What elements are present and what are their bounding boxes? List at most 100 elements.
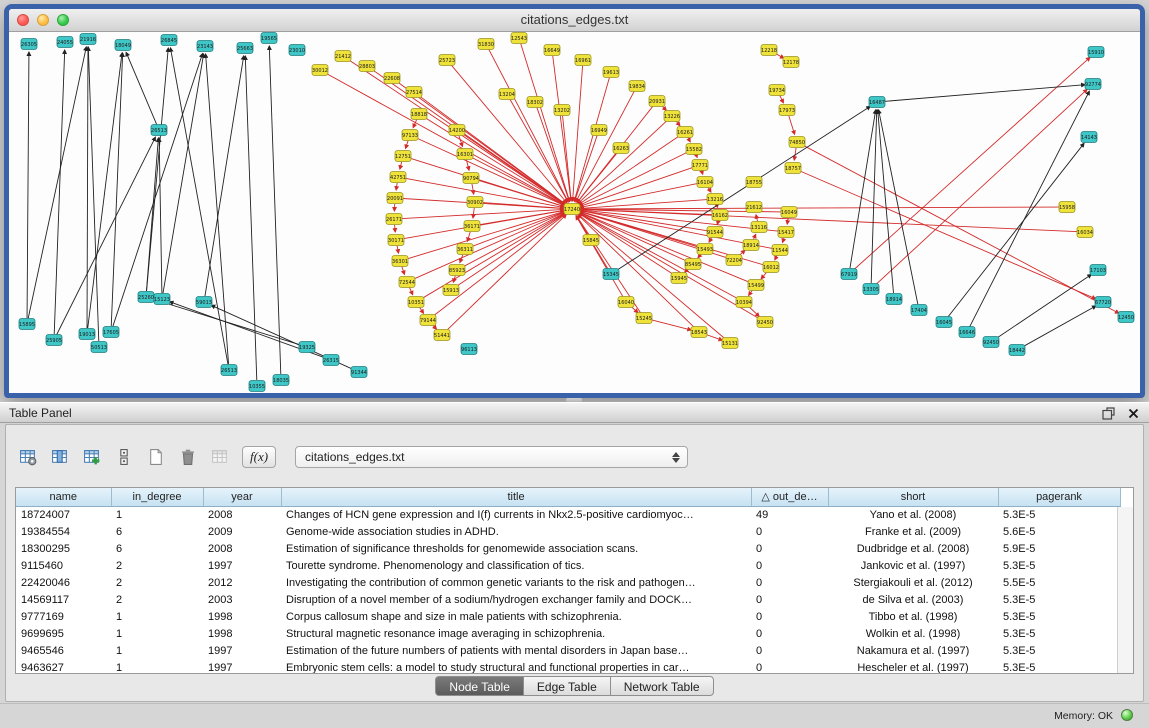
graph-node[interactable]: 19613 — [603, 67, 619, 78]
network-canvas[interactable]: 2630524055219161804926845231432566319565… — [9, 32, 1140, 393]
graph-node[interactable]: 16487 — [869, 97, 885, 108]
graph-node[interactable]: 16261 — [677, 127, 693, 138]
graph-node[interactable]: 92450 — [983, 337, 999, 348]
graph-node[interactable]: 20091 — [387, 193, 403, 204]
minimize-window-button[interactable] — [37, 14, 49, 26]
graph-edge[interactable] — [113, 54, 203, 327]
graph-node[interactable]: 42751 — [390, 172, 406, 183]
graph-node[interactable]: 10355 — [249, 381, 265, 392]
table-cell-short[interactable]: Jankovic et al. (1997) — [828, 557, 998, 574]
graph-node[interactable]: 16045 — [936, 317, 952, 328]
graph-node[interactable]: 16949 — [591, 125, 607, 136]
graph-node[interactable]: 36301 — [392, 256, 408, 267]
table-cell-pagerank[interactable]: 5.3E-5 — [998, 506, 1120, 523]
graph-edge[interactable] — [780, 95, 784, 102]
graph-node[interactable]: 12178 — [783, 57, 799, 68]
graph-node[interactable]: 67720 — [1095, 297, 1111, 308]
graph-edge[interactable] — [580, 183, 699, 207]
table-cell-out_degree[interactable]: 0 — [751, 557, 828, 574]
graph-edge[interactable] — [147, 48, 169, 291]
graph-edge[interactable] — [709, 237, 712, 242]
graph-node[interactable]: 22608 — [384, 73, 400, 84]
graph-edge[interactable] — [87, 47, 88, 328]
graph-edge[interactable] — [574, 78, 609, 202]
select-columns-icon[interactable] — [46, 444, 73, 470]
table-cell-out_degree[interactable]: 0 — [751, 642, 828, 659]
graph-edge[interactable] — [402, 267, 405, 275]
table-cell-title[interactable]: Disruption of a novel member of a sodium… — [281, 591, 751, 608]
graph-node[interactable]: 25723 — [439, 55, 455, 66]
table-cell-short[interactable]: Nakamura et al. (1997) — [828, 642, 998, 659]
graph-node[interactable]: 30902 — [467, 197, 483, 208]
graph-edge[interactable] — [163, 54, 204, 293]
graph-edge[interactable] — [702, 171, 703, 175]
graph-node[interactable]: 31830 — [478, 39, 494, 50]
graph-node[interactable]: 15958 — [1059, 202, 1075, 213]
table-cell-in_degree[interactable]: 1 — [111, 625, 203, 642]
graph-node[interactable]: 13305 — [863, 284, 879, 295]
table-row[interactable]: 1456911722003Disruption of a novel membe… — [16, 591, 1120, 608]
graph-edge[interactable] — [580, 209, 1079, 231]
graph-edge[interactable] — [406, 211, 565, 259]
edit-table-icon[interactable] — [78, 444, 105, 470]
table-cell-title[interactable]: Changes of HCN gene expression and I(f) … — [281, 506, 751, 523]
graph-node[interactable]: 85495 — [685, 259, 701, 270]
table-cell-in_degree[interactable]: 6 — [111, 540, 203, 557]
graph-node[interactable]: 51441 — [434, 330, 450, 341]
graph-node[interactable]: 19565 — [261, 33, 277, 44]
graph-node[interactable]: 26171 — [386, 214, 402, 225]
graph-edge[interactable] — [27, 52, 29, 318]
table-vertical-scrollbar[interactable] — [1117, 507, 1133, 673]
table-cell-year[interactable]: 2009 — [203, 523, 281, 540]
graph-node[interactable]: 19834 — [629, 81, 645, 92]
graph-edge[interactable] — [397, 246, 398, 253]
table-cell-out_degree[interactable]: 0 — [751, 659, 828, 674]
memory-ok-indicator-icon[interactable] — [1121, 709, 1133, 721]
table-cell-pagerank[interactable]: 5.3E-5 — [998, 659, 1120, 674]
graph-edge[interactable] — [473, 208, 474, 218]
graph-node[interactable]: 15493 — [697, 244, 713, 255]
graph-node[interactable]: 91344 — [351, 367, 367, 378]
graph-node[interactable]: 17605 — [103, 327, 119, 338]
graph-node[interactable]: 18914 — [886, 294, 902, 305]
graph-node[interactable]: 16301 — [457, 149, 473, 160]
graph-node[interactable]: 16034 — [1077, 227, 1093, 238]
table-cell-year[interactable]: 1997 — [203, 642, 281, 659]
graph-node[interactable]: 23143 — [197, 41, 213, 52]
table-row[interactable]: 946554611997Estimation of the future num… — [16, 642, 1120, 659]
table-cell-name[interactable]: 9463627 — [16, 659, 111, 674]
graph-node[interactable]: 74850 — [789, 137, 805, 148]
table-cell-year[interactable]: 2008 — [203, 506, 281, 523]
graph-node[interactable]: 21612 — [746, 202, 762, 213]
table-cell-name[interactable]: 18300295 — [16, 540, 111, 557]
graph-node[interactable]: 18049 — [115, 40, 131, 51]
table-cell-in_degree[interactable]: 1 — [111, 659, 203, 674]
graph-edge[interactable] — [850, 110, 876, 268]
graph-node[interactable]: 15345 — [603, 269, 619, 280]
table-cell-name[interactable]: 18724007 — [16, 506, 111, 523]
graph-edge[interactable] — [576, 216, 623, 297]
table-source-dropdown[interactable]: citations_edges.txt — [295, 446, 688, 468]
column-header[interactable]: name — [16, 488, 111, 506]
graph-node[interactable]: 21916 — [80, 34, 96, 45]
table-cell-name[interactable]: 22420046 — [16, 574, 111, 591]
table-cell-year[interactable]: 2003 — [203, 591, 281, 608]
table-row[interactable]: 946362711997Embryonic stem cells: a mode… — [16, 659, 1120, 674]
graph-node[interactable]: 16104 — [697, 177, 713, 188]
table-cell-year[interactable]: 1997 — [203, 659, 281, 674]
graph-edge[interactable] — [126, 52, 157, 124]
close-panel-icon[interactable] — [1126, 406, 1141, 421]
graph-node[interactable]: 27514 — [406, 87, 422, 98]
graph-node[interactable]: 18755 — [746, 177, 762, 188]
graph-edge[interactable] — [879, 110, 918, 304]
graph-node[interactable]: 12543 — [511, 33, 527, 44]
graph-node[interactable]: 24055 — [57, 37, 73, 48]
graph-node[interactable]: 18035 — [273, 375, 289, 386]
table-cell-pagerank[interactable]: 5.3E-5 — [998, 625, 1120, 642]
graph-edge[interactable] — [717, 221, 718, 225]
graph-edge[interactable] — [424, 117, 565, 205]
graph-edge[interactable] — [413, 120, 416, 128]
table-cell-pagerank[interactable]: 5.3E-5 — [998, 557, 1120, 574]
table-settings-icon[interactable] — [14, 444, 41, 470]
graph-node[interactable]: 28803 — [359, 61, 375, 72]
